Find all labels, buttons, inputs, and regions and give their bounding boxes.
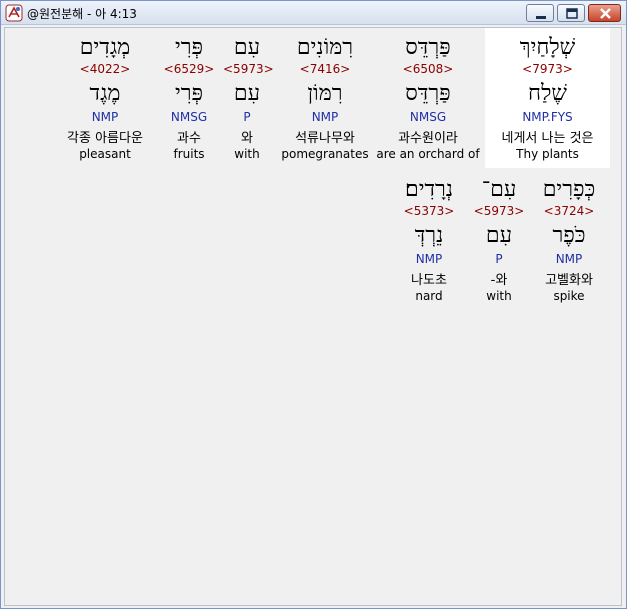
hebrew-root: נֵרְדְּ (414, 223, 444, 248)
strong-number[interactable]: <5373> (391, 204, 467, 218)
verse-row: שְׁלָחַיִךְ <7973> שֶׁלַח NMP.FYS 네게서 나는… (5, 28, 623, 168)
korean-gloss: 나도초 (411, 273, 447, 288)
word-cell[interactable]: כְּפָרִים <3724> כֹּפֶר NMP 고벨화와 spike (533, 170, 605, 310)
korean-gloss: 고벨화와 (545, 273, 593, 288)
morphology-code: P (243, 110, 251, 124)
korean-gloss: 석류나무와 (295, 131, 355, 146)
english-gloss: pomegranates (281, 147, 369, 161)
english-gloss: fruits (173, 147, 205, 161)
strong-number[interactable]: <7973> (485, 62, 610, 76)
morphology-code: NMSG (170, 110, 208, 124)
close-icon (600, 8, 611, 19)
word-cell[interactable]: שְׁלָחַיִךְ <7973> שֶׁלַח NMP.FYS 네게서 나는… (485, 28, 610, 168)
word-cell[interactable]: נְרָדִים׃ <5373> נֵרְדְּ NMP 나도초 nard (391, 170, 467, 310)
hebrew-root: כֹּפֶר (552, 223, 586, 248)
hebrew-root: עִם (233, 81, 261, 106)
hebrew-root: עִם (485, 223, 513, 248)
word-cell[interactable]: מְגָדִים <4022> מֶגֶד NMP 각종 아름다운 pleasa… (53, 28, 157, 168)
morphology-code: NMP (311, 110, 339, 124)
strong-number[interactable]: <3724> (533, 204, 605, 218)
english-gloss: with (234, 147, 260, 161)
korean-gloss: -와 (490, 273, 508, 288)
hebrew-word: נְרָדִים׃ (404, 177, 454, 202)
app-window: @원전분해 - 아 4:13 שְׁלָחַיִךְ <7973> שֶׁלַח (0, 0, 627, 609)
word-cell[interactable]: עִם <5973> עִם P 와 with (223, 28, 274, 168)
morphology-code: NMP.FYS (522, 110, 573, 124)
window-title: @원전분해 - 아 4:13 (27, 7, 137, 21)
morphology-code: NMP (555, 252, 583, 266)
korean-gloss: 과수원이라 (398, 131, 458, 146)
hebrew-word: עִם־ (481, 177, 517, 202)
hebrew-root: פַּרְדֵּס (405, 81, 451, 106)
strong-number[interactable]: <5973> (223, 62, 274, 76)
maximize-button[interactable] (557, 4, 585, 22)
english-gloss: Thy plants (516, 147, 579, 161)
hebrew-word: כְּפָרִים (542, 177, 596, 202)
english-gloss: pleasant (79, 147, 131, 161)
hebrew-app-icon (5, 4, 23, 22)
korean-gloss: 네게서 나는 것은 (501, 131, 594, 146)
verse-row: כְּפָרִים <3724> כֹּפֶר NMP 고벨화와 spike ע… (5, 170, 623, 310)
strong-number[interactable]: <7416> (279, 62, 371, 76)
morphology-code: NMP (91, 110, 119, 124)
analysis-panel: שְׁלָחַיִךְ <7973> שֶׁלַח NMP.FYS 네게서 나는… (4, 27, 622, 606)
hebrew-root: מֶגֶד (89, 81, 121, 106)
hebrew-word: מְגָדִים (79, 35, 131, 60)
hebrew-word: שְׁלָחַיִךְ (519, 35, 576, 60)
title-bar[interactable]: @원전분해 - 아 4:13 (1, 1, 626, 25)
hebrew-root: רִמּוֹן (307, 81, 343, 106)
hebrew-word: פַּרְדֵּס (405, 35, 451, 60)
strong-number[interactable]: <4022> (53, 62, 157, 76)
morphology-code: P (495, 252, 503, 266)
close-button[interactable] (588, 4, 621, 22)
minimize-icon (536, 16, 546, 19)
hebrew-word: עִם (233, 35, 261, 60)
maximize-icon (566, 8, 578, 19)
strong-number[interactable]: <5973> (471, 204, 527, 218)
strong-number[interactable]: <6529> (163, 62, 215, 76)
hebrew-word: פְּרִי (174, 35, 204, 60)
english-gloss: nard (415, 289, 443, 303)
english-gloss: spike (553, 289, 585, 303)
english-gloss: with (486, 289, 512, 303)
morphology-code: NMP (415, 252, 443, 266)
minimize-button[interactable] (526, 4, 554, 22)
strong-number[interactable]: <6508> (375, 62, 481, 76)
word-cell[interactable]: פַּרְדֵּס <6508> פַּרְדֵּס NMSG 과수원이라 ar… (375, 28, 481, 168)
word-cell[interactable]: רִמּוֹנִים <7416> רִמּוֹן NMP 석류나무와 pome… (279, 28, 371, 168)
word-cell[interactable]: פְּרִי <6529> פְּרִי NMSG 과수 fruits (163, 28, 215, 168)
word-cell[interactable]: עִם־ <5973> עִם P -와 with (471, 170, 527, 310)
hebrew-root: שֶׁלַח (528, 81, 567, 106)
korean-gloss: 와 (241, 131, 253, 146)
hebrew-word: רִמּוֹנִים (296, 35, 354, 60)
morphology-code: NMSG (409, 110, 447, 124)
korean-gloss: 과수 (177, 131, 201, 146)
korean-gloss: 각종 아름다운 (67, 131, 143, 146)
hebrew-root: פְּרִי (174, 81, 204, 106)
english-gloss: are an orchard of (376, 147, 480, 161)
